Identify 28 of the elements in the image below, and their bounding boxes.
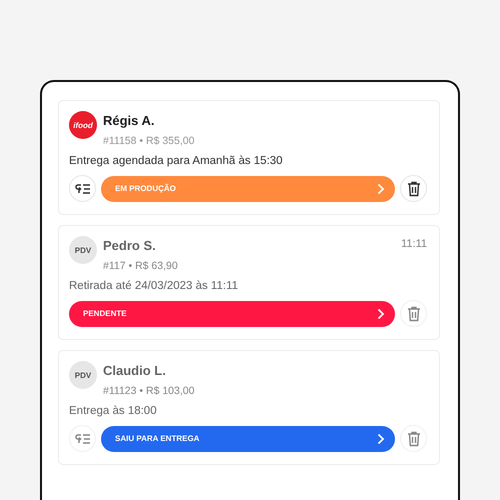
list-button[interactable] bbox=[69, 175, 96, 202]
list-icon bbox=[74, 432, 90, 446]
chevron-icon bbox=[377, 432, 385, 444]
order-card[interactable]: PDV Claudio L. #11123 • R$ 103,00 Entrega às 18:00 SAIU PARA ENTREGA bbox=[58, 350, 440, 465]
list-icon bbox=[74, 182, 90, 196]
store-logo: PDV bbox=[69, 236, 97, 264]
trash-icon bbox=[406, 180, 420, 196]
chevron-icon bbox=[377, 182, 385, 194]
store-logo: ifood bbox=[69, 111, 97, 139]
status-button[interactable]: SAIU PARA ENTREGA bbox=[101, 426, 395, 452]
order-time: 11:11 bbox=[401, 238, 427, 252]
order-summary: #11158 • R$ 355,00 bbox=[103, 135, 196, 147]
chevron-icon bbox=[377, 308, 385, 320]
store-logo: PDV bbox=[69, 361, 97, 389]
delivery-info: Entrega às 18:00 bbox=[69, 405, 158, 417]
trash-icon bbox=[406, 430, 420, 446]
order-card[interactable]: PDV Pedro S. 11:11 #117 • R$ 63,90 Retirada até 24/03/2023 às 11:11 PENDENTE bbox=[58, 225, 440, 340]
order-card[interactable]: ifood Régis A. #11158 • R$ 355,00 Entrega agendada para Amanhã às 15:30 EM PRODUÇÃO bbox=[58, 100, 440, 215]
order-summary: #11123 • R$ 103,00 bbox=[103, 385, 196, 397]
delivery-info: Entrega agendada para Amanhã às 15:30 bbox=[69, 155, 284, 167]
customer-name: Claudio L. bbox=[103, 363, 166, 378]
customer-name: Régis A. bbox=[103, 113, 155, 128]
order-summary: #117 • R$ 63,90 bbox=[103, 260, 179, 272]
delivery-info: Retirada até 24/03/2023 às 11:11 bbox=[69, 280, 240, 292]
status-button[interactable]: PENDENTE bbox=[69, 300, 395, 326]
trash-icon bbox=[406, 306, 420, 322]
delete-button[interactable] bbox=[400, 175, 427, 202]
customer-name: Pedro S. bbox=[103, 238, 156, 253]
